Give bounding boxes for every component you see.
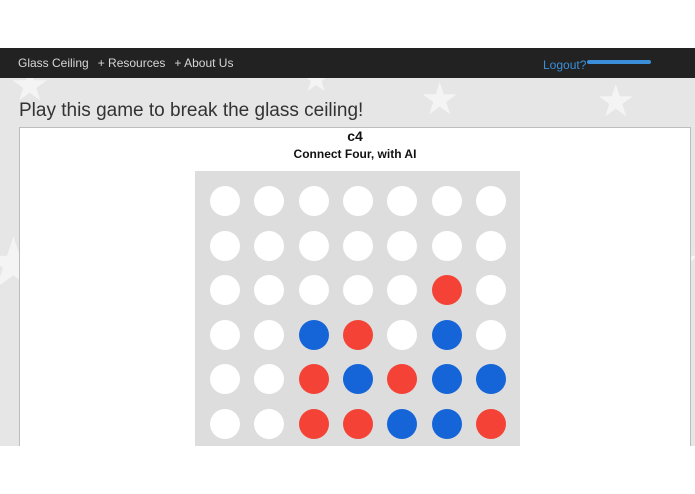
board-slot-empty[interactable] [210,409,240,439]
star-icon: ★ [596,78,636,127]
board-piece-red[interactable] [432,275,462,305]
board-slot-empty[interactable] [343,186,373,216]
board-slot-empty[interactable] [254,364,284,394]
board-piece-red[interactable] [343,320,373,350]
board-slot-empty[interactable] [210,231,240,261]
board-slot-empty[interactable] [343,231,373,261]
board-slot-empty[interactable] [387,186,417,216]
board-slot-empty[interactable] [210,320,240,350]
board-slot-empty[interactable] [254,275,284,305]
board-slot-empty[interactable] [476,231,506,261]
board-slot-empty[interactable] [387,320,417,350]
board-slot-empty[interactable] [254,186,284,216]
board-slot-empty[interactable] [299,186,329,216]
board-slot-empty[interactable] [432,231,462,261]
board-piece-red[interactable] [299,409,329,439]
board-piece-blue[interactable] [432,409,462,439]
board-piece-blue[interactable] [343,364,373,394]
nav-resources-link[interactable]: + Resources [98,56,166,70]
board-piece-red[interactable] [387,364,417,394]
board-piece-red[interactable] [343,409,373,439]
board-slot-empty[interactable] [387,231,417,261]
board-piece-blue[interactable] [387,409,417,439]
nav-brand-link[interactable]: Glass Ceiling [18,56,89,70]
board-slot-empty[interactable] [254,231,284,261]
board-slot-empty[interactable] [387,275,417,305]
page-heading: Play this game to break the glass ceilin… [19,100,364,121]
game-board [195,171,520,446]
board-piece-red[interactable] [299,364,329,394]
board-slot-empty[interactable] [343,275,373,305]
board-slot-empty[interactable] [210,275,240,305]
board-slot-empty[interactable] [254,409,284,439]
board-piece-blue[interactable] [432,320,462,350]
game-title: c4 [347,128,363,144]
top-margin [0,0,695,48]
board-piece-blue[interactable] [299,320,329,350]
bottom-margin [0,446,695,494]
nav-about-link[interactable]: + About Us [174,56,233,70]
board-slot-empty[interactable] [299,231,329,261]
board-slot-empty[interactable] [476,275,506,305]
board-piece-blue[interactable] [476,364,506,394]
board-slot-empty[interactable] [210,364,240,394]
board-slot-empty[interactable] [299,275,329,305]
logout-link[interactable]: Logout? [543,58,586,72]
logout-underline [587,60,651,64]
board-slot-empty[interactable] [254,320,284,350]
star-icon: ★ [420,78,460,125]
board-piece-red[interactable] [476,409,506,439]
board-slot-empty[interactable] [476,320,506,350]
board-slot-empty[interactable] [476,186,506,216]
board-slot-empty[interactable] [432,186,462,216]
board-piece-blue[interactable] [432,364,462,394]
star-icon: ★ [300,78,333,100]
board-slot-empty[interactable] [210,186,240,216]
game-subtitle: Connect Four, with AI [293,147,417,161]
